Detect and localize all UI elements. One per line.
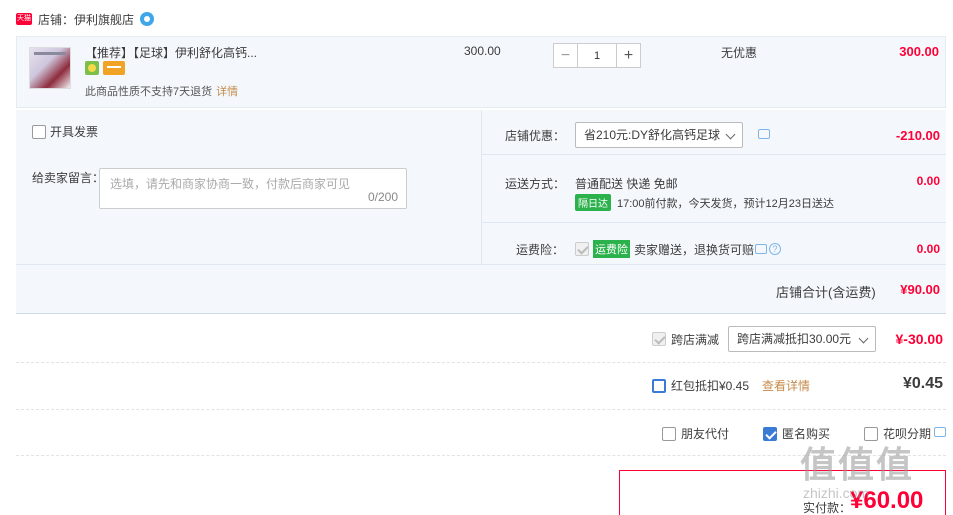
shop-name[interactable]: 店铺：伊利旗舰店	[38, 11, 134, 28]
detail-link[interactable]: 详情	[216, 86, 238, 98]
divider	[16, 362, 946, 363]
cross-store-amount: ¥-30.00	[895, 331, 943, 347]
anonymous-checkbox[interactable]	[763, 426, 777, 441]
comment-icon[interactable]	[934, 427, 946, 437]
item-subtotal: 300.00	[899, 44, 939, 59]
insurance-amount: 0.00	[916, 242, 940, 256]
watermark-url: zhizhi.com	[803, 485, 870, 501]
order-options-section: 开具发票 给卖家留言： 选填，请先和商家协商一致，付款后商家可见 0/200 店…	[16, 110, 946, 314]
payment-label: 实付款：	[803, 501, 852, 515]
service-badge-icon	[85, 61, 99, 75]
quantity-input[interactable]	[578, 43, 616, 68]
divider	[481, 110, 482, 264]
chevron-down-icon	[725, 129, 736, 140]
insurance-option: 运费险 卖家赠送，退换货可赔	[575, 240, 754, 258]
shop-total-amount: ¥90.00	[900, 282, 940, 297]
shop-discount-label: 店铺优惠：	[505, 129, 566, 143]
insurance-badge: 运费险	[593, 240, 630, 258]
chevron-down-icon	[858, 333, 869, 344]
product-thumbnail[interactable]	[29, 47, 71, 89]
shipping-amount: 0.00	[916, 174, 940, 188]
shop-discount-select[interactable]: 省210元:DY舒化高钙足球	[575, 122, 743, 148]
divider	[482, 222, 946, 223]
invoice-option[interactable]: 开具发票	[32, 123, 98, 140]
quantity-decrease-button[interactable]: −	[553, 43, 578, 68]
hongbao-detail-link[interactable]: 查看详情	[762, 377, 810, 394]
wangwang-chat-icon[interactable]	[140, 12, 155, 26]
item-discount-text: 无优惠	[721, 46, 758, 60]
cross-store-discount: 跨店满减 跨店满减抵扣30.00元	[652, 326, 877, 352]
divider	[16, 409, 946, 410]
hongbao-option: 红包抵扣¥0.45 查看详情	[652, 377, 810, 394]
message-placeholder: 选填，请先和商家协商一致，付款后商家可见	[110, 177, 351, 191]
credit-card-icon	[103, 61, 125, 75]
insurance-checkbox	[575, 242, 589, 256]
shop-header: 天猫 店铺：伊利旗舰店	[16, 9, 155, 29]
shipping-label: 运送方式：	[505, 177, 566, 191]
order-item: 【推荐】【足球】伊利舒化高钙... 此商品性质不支持7天退货 详情 300.00 …	[16, 36, 946, 108]
unit-price: 300.00	[464, 44, 501, 58]
service-icons	[85, 61, 125, 75]
nextday-badge: 隔日达	[575, 194, 611, 211]
shipping-method: 普通配送 快递 免邮	[575, 177, 678, 191]
cross-store-checkbox	[652, 332, 666, 346]
quantity-stepper: − +	[553, 43, 641, 68]
invoice-label: 开具发票	[50, 125, 99, 139]
message-input[interactable]: 选填，请先和商家协商一致，付款后商家可见 0/200	[99, 168, 407, 209]
tmall-badge: 天猫	[16, 13, 32, 25]
friend-pay-checkbox[interactable]	[662, 426, 676, 441]
hongbao-amount: ¥0.45	[902, 375, 943, 392]
delivery-estimate: 隔日达 17:00前付款，今天发货，预计12月23日送达	[575, 194, 834, 211]
product-title[interactable]: 【推荐】【足球】伊利舒化高钙...	[85, 44, 257, 61]
friend-pay-option[interactable]: 朋友代付	[662, 425, 729, 442]
divider	[482, 154, 946, 155]
return-policy-note: 此商品性质不支持7天退货 详情	[85, 86, 239, 98]
hongbao-label: 红包抵扣¥0.45	[671, 379, 750, 393]
shop-discount-amount: -210.00	[895, 128, 940, 143]
message-label: 给卖家留言：	[32, 171, 105, 185]
help-icon[interactable]: ?	[769, 243, 781, 255]
cross-store-select[interactable]: 跨店满减抵扣30.00元	[728, 326, 877, 352]
hongbao-checkbox[interactable]	[652, 378, 666, 393]
insurance-label: 运费险：	[516, 243, 565, 257]
shop-total-label: 店铺合计(含运费)	[776, 285, 876, 300]
message-char-count: 0/200	[367, 190, 398, 204]
divider	[16, 264, 946, 265]
comment-icon[interactable]	[755, 244, 767, 254]
quantity-increase-button[interactable]: +	[616, 43, 641, 68]
invoice-checkbox[interactable]	[32, 124, 46, 139]
cross-store-label: 跨店满减	[671, 332, 720, 347]
watermark: 值值值	[800, 444, 915, 485]
comment-icon[interactable]	[758, 129, 770, 139]
